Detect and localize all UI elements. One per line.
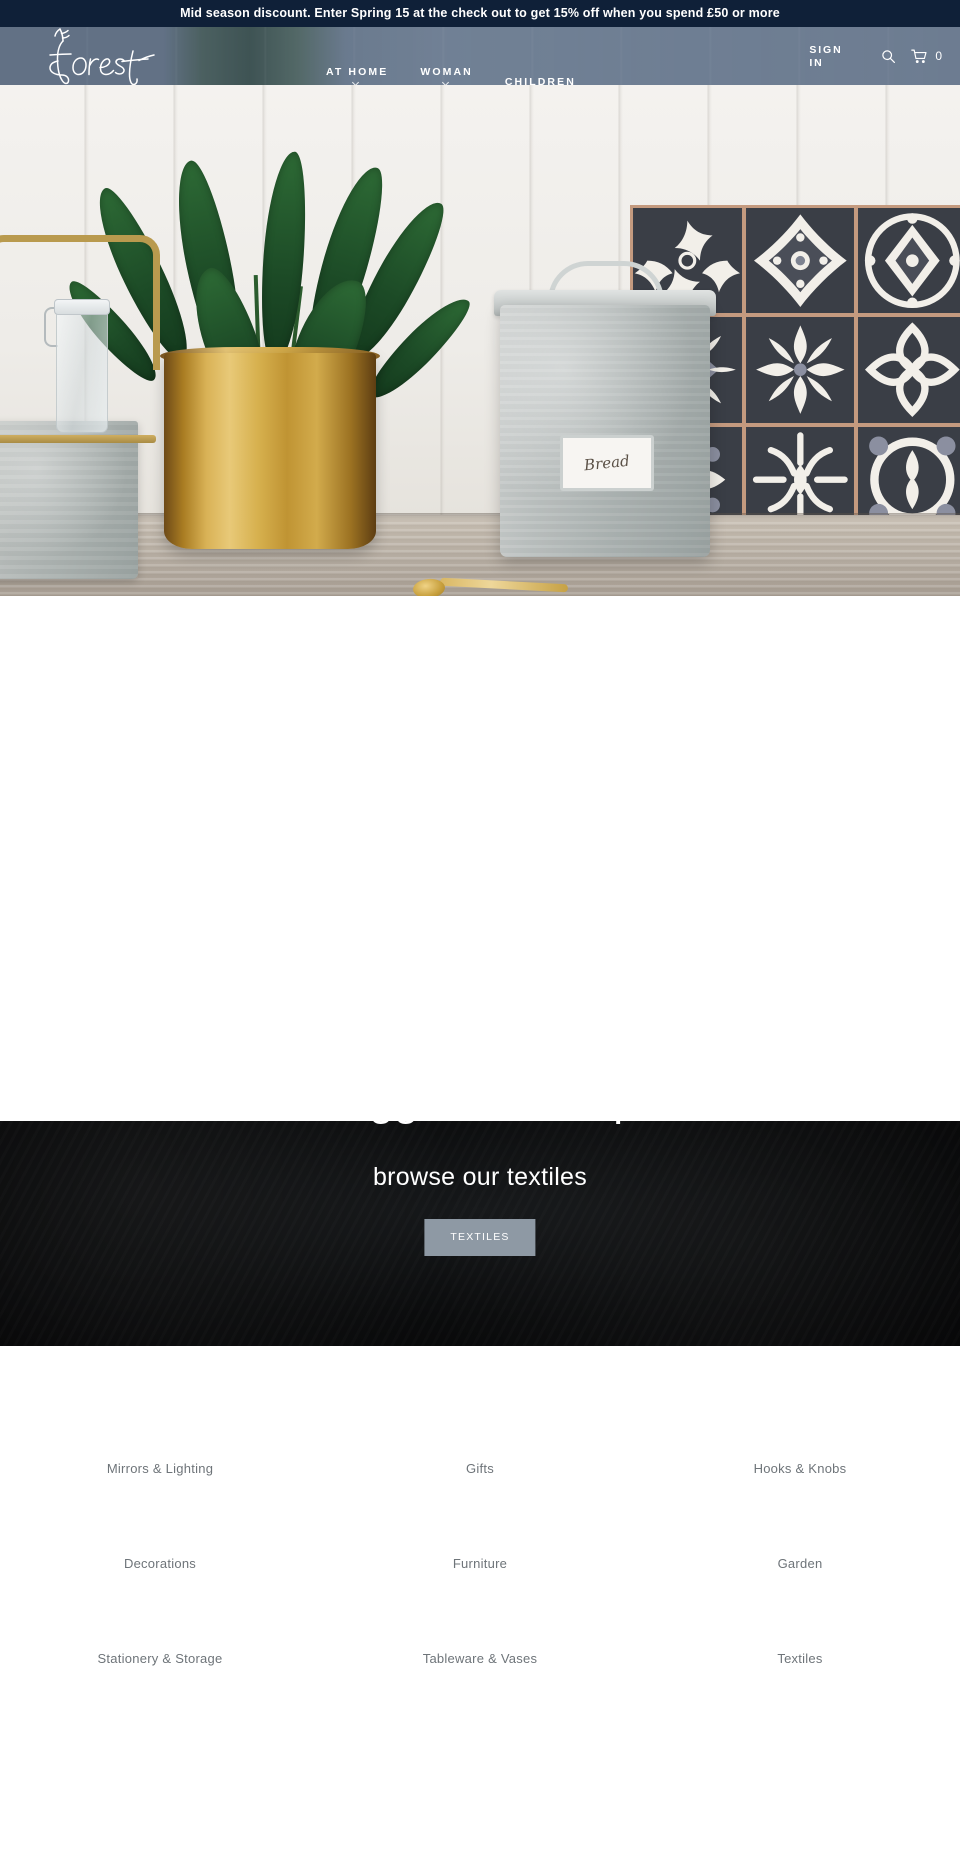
nav-item-at-home[interactable]: AT HOME — [310, 67, 404, 85]
hero-caddy-rail — [0, 435, 156, 443]
announcement-text: Mid season discount. Enter Spring 15 at … — [180, 6, 780, 21]
category-label: Gifts — [466, 1461, 494, 1476]
category-label: Decorations — [123, 1556, 197, 1571]
cart-icon — [911, 49, 927, 63]
hero-bread-bin-label-text: Bread — [583, 451, 631, 475]
tile — [858, 317, 960, 423]
content-gap — [0, 596, 960, 1121]
category-grid-section: Mirrors & Lighting Gifts Hooks & Knobs D… — [0, 1346, 960, 1846]
nav-item-children-label: CHILDREN — [504, 76, 576, 85]
category-card-hooks-knobs[interactable]: Hooks & Knobs — [640, 1386, 960, 1481]
category-thumbnail — [320, 1576, 640, 1652]
page-bottom-spacer — [0, 1671, 960, 1846]
category-card-furniture[interactable]: Furniture — [320, 1481, 640, 1576]
header-actions: SIGN IN 0 — [809, 27, 946, 85]
hero-brass-planter — [164, 353, 376, 549]
cart-button[interactable]: 0 — [911, 49, 942, 64]
suggested-shop-banner: suggested shop browse our textiles TEXTI… — [0, 1121, 960, 1346]
category-card-textiles[interactable]: Textiles — [640, 1576, 960, 1671]
cart-count: 0 — [935, 49, 942, 63]
search-button[interactable] — [877, 45, 899, 67]
hero-glass-jar — [56, 311, 108, 433]
promo-subheading: browse our textiles — [372, 1163, 588, 1191]
nav-item-at-home-label: AT HOME — [326, 66, 389, 78]
announcement-bar: Mid season discount. Enter Spring 15 at … — [0, 0, 960, 27]
nav-item-woman-label: WOMAN — [420, 66, 473, 78]
hero-bread-bin-label: Bread — [560, 435, 654, 491]
category-thumbnail — [0, 1386, 320, 1462]
category-thumbnail — [320, 1386, 640, 1462]
category-label: Garden — [777, 1556, 823, 1571]
textiles-button[interactable]: TEXTILES — [424, 1219, 536, 1256]
brand-logo[interactable] — [38, 27, 160, 85]
hero-banner[interactable]: Bread — [0, 85, 960, 596]
category-label: Hooks & Knobs — [753, 1461, 847, 1476]
site-header: AT HOME WOMAN CHILDREN SIGN IN 0 — [0, 27, 960, 85]
category-thumbnail — [0, 1481, 320, 1557]
sign-in-line-2: IN — [809, 57, 824, 69]
tile — [858, 208, 960, 314]
hero-galvanised-caddy — [0, 421, 138, 579]
hero-glass-jar-lid — [54, 299, 110, 315]
category-card-mirrors-lighting[interactable]: Mirrors & Lighting — [0, 1386, 320, 1481]
chevron-down-icon — [353, 80, 361, 85]
category-card-garden[interactable]: Garden — [640, 1481, 960, 1576]
category-label: Tableware & Vases — [422, 1651, 538, 1666]
category-card-stationery-storage[interactable]: Stationery & Storage — [0, 1576, 320, 1671]
category-card-gifts[interactable]: Gifts — [320, 1386, 640, 1481]
category-label: Mirrors & Lighting — [106, 1461, 214, 1476]
category-thumbnail — [0, 1576, 320, 1652]
category-thumbnail — [640, 1481, 960, 1557]
main-navigation: AT HOME WOMAN CHILDREN — [310, 27, 592, 85]
category-card-decorations[interactable]: Decorations — [0, 1481, 320, 1576]
hero-photo: Bread — [0, 85, 960, 596]
category-thumbnail — [640, 1576, 960, 1652]
category-thumbnail — [320, 1481, 640, 1557]
nav-item-children[interactable]: CHILDREN — [489, 77, 592, 85]
search-icon — [882, 49, 895, 63]
category-grid: Mirrors & Lighting Gifts Hooks & Knobs D… — [0, 1386, 960, 1671]
sign-in-line-1: SIGN — [809, 43, 843, 56]
category-label: Textiles — [777, 1651, 823, 1666]
category-thumbnail — [640, 1386, 960, 1462]
category-card-tableware-vases[interactable]: Tableware & Vases — [320, 1576, 640, 1671]
category-label: Furniture — [452, 1556, 508, 1571]
sign-in-link[interactable]: SIGN IN — [809, 44, 855, 70]
category-label: Stationery & Storage — [97, 1651, 223, 1666]
tile — [745, 208, 855, 314]
hero-bread-bin — [500, 305, 710, 557]
chevron-down-icon — [443, 80, 451, 85]
promo-heading: suggested shop — [0, 1121, 960, 1127]
tile — [745, 317, 855, 423]
hero-counter-edge — [0, 513, 960, 518]
nav-item-woman[interactable]: WOMAN — [404, 67, 489, 85]
